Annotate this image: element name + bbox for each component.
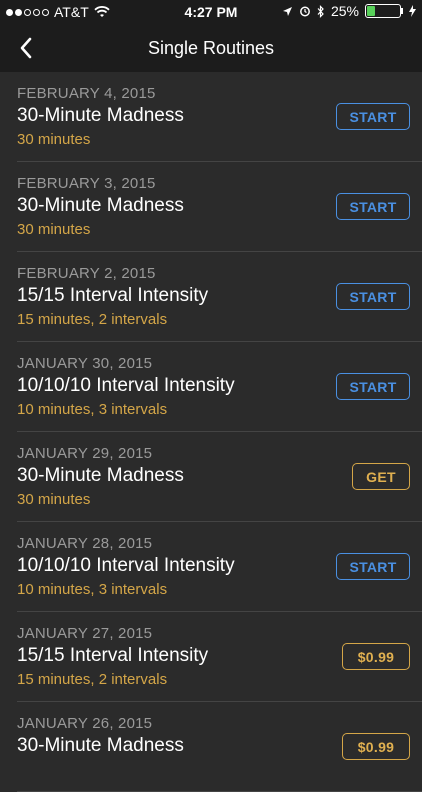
- start-button[interactable]: START: [336, 193, 410, 220]
- location-icon: [282, 6, 292, 16]
- status-right: 25%: [282, 3, 416, 19]
- battery-level-fill: [367, 6, 375, 16]
- routine-title: 30-Minute Madness: [17, 735, 184, 756]
- routine-row[interactable]: FEBRUARY 3, 2015 30-Minute Madness 30 minu…: [17, 162, 422, 252]
- routine-title: 10/10/10 Interval Intensity: [17, 555, 235, 576]
- routine-duration: 15 minutes, 2 intervals: [17, 671, 168, 688]
- page-title: Single Routines: [147, 38, 275, 58]
- routine-date: FEBRUARY 4, 2015: [17, 85, 156, 102]
- routine-title: 10/10/10 Interval Intensity: [17, 375, 235, 396]
- routine-date: FEBRUARY 2, 2015: [17, 265, 156, 282]
- routine-title: 15/15 Interval Intensity: [17, 285, 209, 306]
- routine-title: 30-Minute Madness: [17, 105, 184, 126]
- start-button[interactable]: START: [336, 553, 410, 580]
- buy-button[interactable]: $0.99: [342, 733, 410, 760]
- start-button[interactable]: START: [336, 373, 410, 400]
- start-button[interactable]: START: [336, 283, 410, 310]
- navigation-bar: Single Routines: [0, 24, 422, 72]
- routine-title: 15/15 Interval Intensity: [17, 645, 209, 666]
- routine-date: JANUARY 26, 2015: [17, 715, 153, 732]
- get-button[interactable]: GET: [352, 463, 410, 490]
- routine-date: JANUARY 28, 2015: [17, 535, 153, 552]
- routine-list: FEBRUARY 4, 2015 30-Minute Madness 30 minu…: [0, 72, 422, 792]
- routine-date: JANUARY 27, 2015: [17, 625, 153, 642]
- alarm-icon: [300, 6, 310, 17]
- status-bar: AT&T 4:27 PM 25%: [0, 0, 422, 24]
- routine-date: FEBRUARY 3, 2015: [17, 175, 156, 192]
- charging-icon: [409, 5, 416, 17]
- routine-duration: 30 minutes: [17, 221, 91, 238]
- routine-row[interactable]: JANUARY 29, 2015 30-Minute Madness 30 minu…: [17, 432, 422, 522]
- battery-icon: [365, 4, 401, 18]
- routine-duration: 30 minutes: [17, 491, 91, 508]
- routine-title: 30-Minute Madness: [17, 465, 184, 486]
- routine-row[interactable]: JANUARY 27, 2015 15/15 Interval Intensity…: [17, 612, 422, 702]
- routine-date: JANUARY 29, 2015: [17, 445, 153, 462]
- routine-row[interactable]: FEBRUARY 4, 2015 30-Minute Madness 30 minu…: [17, 72, 422, 162]
- routine-duration: 30 minutes: [17, 131, 91, 148]
- start-button[interactable]: START: [336, 103, 410, 130]
- routine-row[interactable]: JANUARY 30, 2015 10/10/10 Interval Intens…: [17, 342, 422, 432]
- routine-row[interactable]: JANUARY 26, 2015 30-Minute Madness $0.99: [17, 702, 422, 792]
- routine-row[interactable]: FEBRUARY 2, 2015 15/15 Interval Intensity…: [17, 252, 422, 342]
- routine-date: JANUARY 30, 2015: [17, 355, 153, 372]
- routine-title: 30-Minute Madness: [17, 195, 184, 216]
- buy-button[interactable]: $0.99: [342, 643, 410, 670]
- routine-duration: 10 minutes, 3 intervals: [17, 401, 168, 418]
- bluetooth-icon: [317, 4, 324, 18]
- routine-row[interactable]: JANUARY 28, 2015 10/10/10 Interval Intens…: [17, 522, 422, 612]
- routine-duration: 10 minutes, 3 intervals: [17, 581, 168, 598]
- routine-duration: 15 minutes, 2 intervals: [17, 311, 168, 328]
- battery-percent: 25%: [330, 3, 359, 19]
